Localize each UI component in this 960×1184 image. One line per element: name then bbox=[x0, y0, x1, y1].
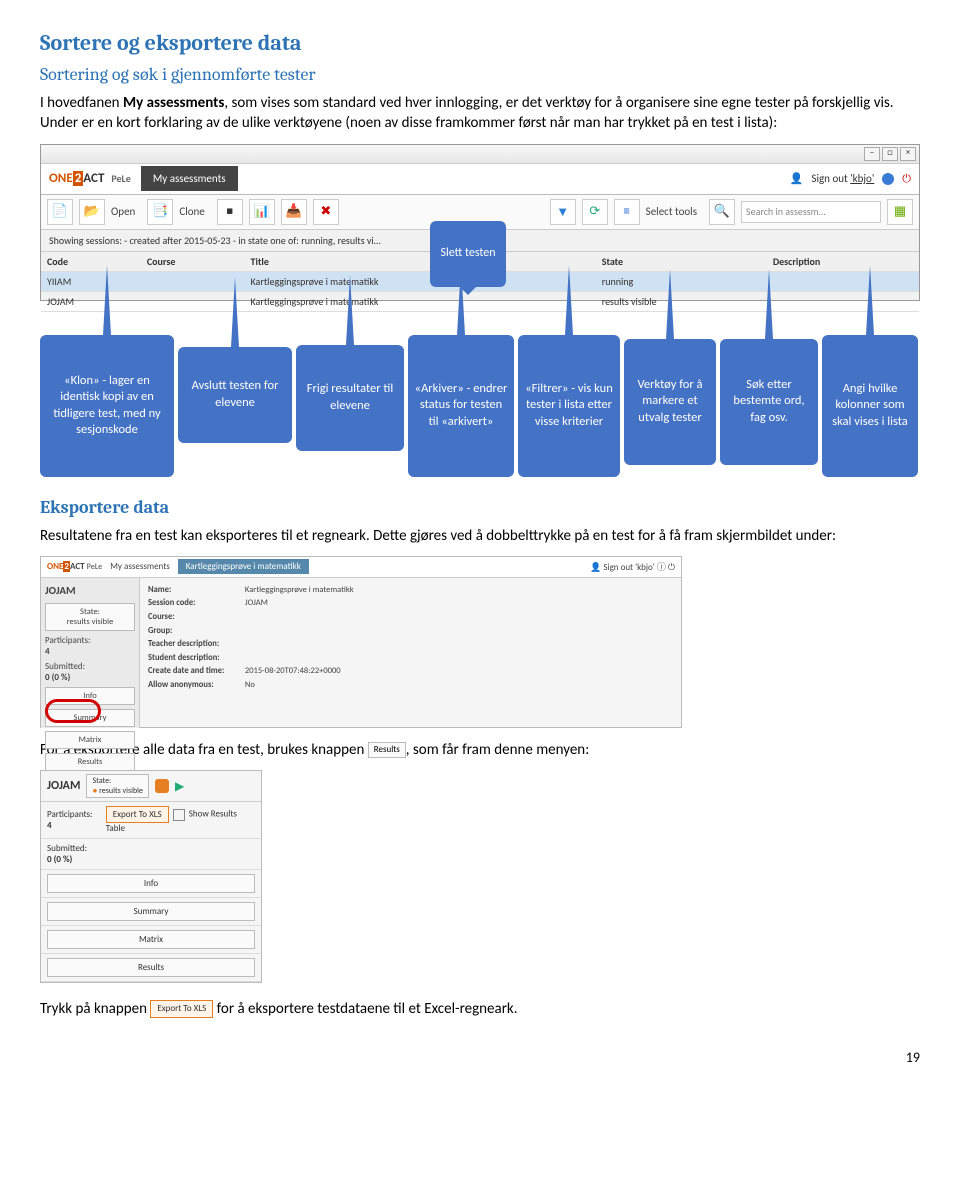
export-line-2: For å eksportere alle data fra en test, … bbox=[40, 740, 920, 760]
detail-field: Session code: JOJAM bbox=[148, 597, 673, 611]
signout-link[interactable]: Sign out 'kbjo' bbox=[811, 172, 874, 185]
tab-my-assessments[interactable]: My assessments bbox=[110, 561, 170, 572]
participants-label: Participants:4 bbox=[45, 635, 135, 657]
search-input[interactable]: Search in assessm… bbox=[741, 201, 881, 223]
callout-clone: «Klon» - lager en identisk kopi av en ti… bbox=[40, 335, 174, 477]
screenshot-test-detail: ONE2ACT PeLe My assessments Kartleggings… bbox=[40, 556, 682, 728]
export-xls-button[interactable]: Export To XLS bbox=[106, 806, 169, 823]
new-icon[interactable]: 📄 bbox=[47, 199, 73, 225]
highlight-circle-results bbox=[45, 699, 101, 723]
maximize-button[interactable]: □ bbox=[882, 147, 898, 161]
refresh-icon[interactable]: ⟳ bbox=[582, 199, 608, 225]
user-icon: 👤 bbox=[790, 172, 804, 185]
state-box: State:● results visible bbox=[86, 774, 149, 798]
callout-columns: Angi hvilke kolonner som skal vises i li… bbox=[822, 335, 918, 477]
detail-field: Course: bbox=[148, 611, 673, 625]
play-icon[interactable]: ▶ bbox=[175, 779, 184, 794]
sidebar-tab-results[interactable]: Results bbox=[47, 958, 255, 977]
callout-select-tools: Verktøy for å markere et utvalg tester bbox=[624, 339, 716, 465]
table-row[interactable]: JOJAM Kartleggingsprøve i matematikk res… bbox=[41, 291, 919, 311]
my-assessments-label: My assessments bbox=[123, 94, 224, 112]
detail-panel: Name: Kartleggingsprøve i matematikkSess… bbox=[140, 578, 681, 728]
page-title: Sortere og eksportere data bbox=[40, 30, 920, 56]
filter-icon[interactable]: ▼ bbox=[550, 199, 576, 225]
close-button[interactable]: × bbox=[900, 147, 916, 161]
delete-icon[interactable]: ✖ bbox=[313, 199, 339, 225]
col-title[interactable]: Title bbox=[245, 252, 596, 272]
submitted-label: Submitted:0 (0 %) bbox=[45, 661, 135, 683]
screenshot-results-menu: JOJAM State:● results visible ▶ Particip… bbox=[40, 770, 262, 983]
power-icon[interactable]: ⏻ bbox=[902, 172, 911, 186]
stop-icon[interactable]: ⏹ bbox=[217, 199, 243, 225]
submitted-label: Submitted:0 (0 %) bbox=[47, 843, 107, 865]
select-tools-icon[interactable]: ≡ bbox=[614, 199, 640, 225]
col-code[interactable]: Code bbox=[41, 252, 141, 272]
archive-icon[interactable]: 📥 bbox=[281, 199, 307, 225]
brand-logo: ONE2ACT PeLe bbox=[47, 561, 102, 572]
open-icon[interactable]: 📂 bbox=[79, 199, 105, 225]
sidebar-tab-results[interactable]: Results bbox=[45, 753, 135, 771]
callout-delete: Slett testen bbox=[430, 221, 506, 287]
section-heading-sorting: Sortering og søk i gjennomførte tester bbox=[40, 64, 920, 85]
participants-label: Participants:4 bbox=[47, 809, 106, 831]
export-xls-button-inline[interactable]: Export To XLS bbox=[150, 1000, 213, 1018]
sidebar-tab-matrix[interactable]: Matrix bbox=[47, 930, 255, 949]
search-icon[interactable]: 🔍 bbox=[709, 199, 735, 225]
minimize-button[interactable]: – bbox=[864, 147, 880, 161]
sidebar-tab-info[interactable]: Info bbox=[47, 874, 255, 893]
callout-search: Søk etter bestemte ord, fag osv. bbox=[720, 339, 818, 465]
results-button-inline[interactable]: Results bbox=[368, 742, 406, 758]
export-line-3: Trykk på knappen Export To XLS for å eks… bbox=[40, 999, 920, 1019]
section-heading-export: Eksportere data bbox=[40, 497, 920, 518]
clone-icon[interactable]: 📑 bbox=[147, 199, 173, 225]
session-code: JOJAM bbox=[47, 779, 80, 793]
state-box: State:results visible bbox=[45, 603, 135, 631]
col-state[interactable]: State bbox=[596, 252, 767, 272]
tab-test-detail[interactable]: Kartleggingsprøve i matematikk bbox=[178, 559, 309, 574]
session-code: JOJAM bbox=[45, 582, 135, 599]
detail-field: Create date and time: 2015-08-20T07:48:2… bbox=[148, 665, 673, 679]
callout-end-test: Avslutt testen for elevene bbox=[178, 347, 292, 443]
tab-my-assessments[interactable]: My assessments bbox=[141, 166, 238, 191]
show-table-checkbox[interactable] bbox=[173, 809, 185, 821]
intro-paragraph: I hovedfanen My assessments, som vises s… bbox=[40, 93, 920, 134]
info-icon[interactable] bbox=[882, 173, 894, 185]
detail-field: Group: bbox=[148, 625, 673, 639]
columns-icon[interactable]: ▦ bbox=[887, 199, 913, 225]
detail-field: Name: Kartleggingsprøve i matematikk bbox=[148, 584, 673, 598]
detail-field: Student description: bbox=[148, 652, 673, 666]
sidebar-tab-summary[interactable]: Summary bbox=[47, 902, 255, 921]
export-paragraph: Resultatene fra en test kan eksporteres … bbox=[40, 526, 920, 546]
signout-link[interactable]: 👤 Sign out 'kbjo' ⓘ ⏻ bbox=[590, 560, 675, 573]
sidebar-tab-matrix[interactable]: Matrix bbox=[45, 731, 135, 749]
page-number: 19 bbox=[40, 1049, 920, 1066]
release-icon[interactable]: 📊 bbox=[249, 199, 275, 225]
detail-field: Teacher description: bbox=[148, 638, 673, 652]
detail-field: Allow anonymous: No bbox=[148, 679, 673, 693]
col-course[interactable]: Course bbox=[141, 252, 245, 272]
callout-archive: «Arkiver» - endrer status for testen til… bbox=[408, 335, 514, 477]
col-desc[interactable]: Description bbox=[767, 252, 919, 272]
callout-filter: «Filtrer» - vis kun tester i lista etter… bbox=[518, 335, 620, 477]
brand-logo: ONE2ACT PeLe bbox=[49, 171, 131, 186]
callout-row: «Klon» - lager en identisk kopi av en ti… bbox=[40, 335, 920, 477]
window-titlebar: – □ × bbox=[41, 145, 919, 164]
state-indicator-icon bbox=[155, 779, 169, 793]
callout-release: Frigi resultater til elevene bbox=[296, 345, 404, 451]
